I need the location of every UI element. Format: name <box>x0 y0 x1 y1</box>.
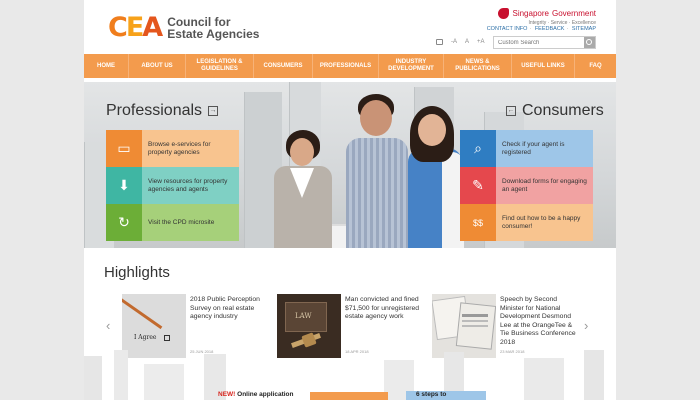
highlight-title-3[interactable]: Speech by Second Minister for National D… <box>500 296 580 347</box>
carousel-next-icon[interactable]: › <box>584 318 588 333</box>
nav-about-us[interactable]: ABOUT US <box>129 54 186 78</box>
refresh-icon: ↻ <box>106 204 142 241</box>
arrow-left-icon: ← <box>506 106 516 116</box>
highlight-thumb-2-text: LAW <box>295 312 312 320</box>
tile-happy-consumer[interactable]: $$ Find out how to be a happy consumer! <box>460 204 593 241</box>
gov-name-pre: Singapore <box>512 9 549 18</box>
cea-logo-text: Council for Estate Agencies <box>167 16 259 40</box>
nav-faq[interactable]: FAQ <box>575 54 616 78</box>
form-icon: ✎ <box>460 167 496 204</box>
search-box <box>493 36 596 49</box>
nav-industry-development[interactable]: INDUSTRY DEVELOPMENT <box>379 54 444 78</box>
feedback-link[interactable]: FEEDBACK <box>535 26 565 32</box>
highlight-title-2[interactable]: Man convicted and fined $71,500 for unre… <box>345 296 425 322</box>
page-tools: -A A +A <box>436 39 485 45</box>
arrow-right-icon: → <box>208 106 219 116</box>
text-normal-button[interactable]: A <box>465 39 469 45</box>
six-steps-label: 6 steps to <box>416 391 447 398</box>
professionals-heading[interactable]: Professionals → <box>106 102 219 120</box>
tile-cpd-microsite[interactable]: ↻ Visit the CPD microsite <box>106 204 239 241</box>
logo-line-2: Estate Agencies <box>167 27 260 41</box>
text-larger-button[interactable]: +A <box>477 39 485 45</box>
tile-browse-eservices-label: Browse e-services for property agencies <box>148 140 211 156</box>
print-icon[interactable] <box>436 39 443 45</box>
tile-check-agent[interactable]: ⌕ Check if your agent is registered <box>460 130 593 167</box>
highlights-title: Highlights <box>104 264 170 281</box>
online-application-label: Online application <box>237 391 294 398</box>
main-nav: HOME ABOUT US LEGISLATION & GUIDELINES C… <box>84 54 616 78</box>
hero-banner: Professionals → ▭ Browse e-services for … <box>84 82 616 248</box>
cea-logo-mark: CEA <box>108 12 163 43</box>
text-smaller-button[interactable]: -A <box>451 39 457 45</box>
nav-professionals[interactable]: PROFESSIONALS <box>313 54 379 78</box>
nav-legislation[interactable]: LEGISLATION & GUIDELINES <box>186 54 254 78</box>
professionals-title: Professionals <box>106 102 203 119</box>
cea-logo[interactable]: CEA Council for Estate Agencies <box>108 14 259 42</box>
tile-happy-consumer-label: Find out how to be a happy consumer! <box>502 214 581 230</box>
highlight-thumb-1: I Agree <box>122 294 186 358</box>
new-label: NEW! <box>218 391 236 398</box>
singapore-government-logo[interactable]: Singapore Government Integrity · Service… <box>498 8 596 26</box>
highlight-thumb-3 <box>432 294 496 358</box>
laptop-icon: ▭ <box>106 130 142 167</box>
search-input[interactable] <box>494 37 585 48</box>
nav-consumers[interactable]: CONSUMERS <box>254 54 313 78</box>
carousel-prev-icon[interactable]: ‹ <box>106 318 110 333</box>
online-application-banner[interactable]: NEW! Online application <box>218 391 298 400</box>
gov-name-post: Government <box>551 9 596 18</box>
highlight-thumb-2: LAW <box>277 294 341 358</box>
tile-view-resources[interactable]: ⬇ View resources for property agencies a… <box>106 167 239 204</box>
tile-download-forms-label: Download forms for engaging an agent <box>502 177 587 193</box>
nav-home[interactable]: HOME <box>84 54 129 78</box>
promo-banner-orange[interactable] <box>310 392 388 400</box>
tile-view-resources-label: View resources for property agencies and… <box>148 177 228 193</box>
contact-info-link[interactable]: CONTACT INFO <box>487 26 528 32</box>
highlight-title-1[interactable]: 2018 Public Perception Survey on real es… <box>190 296 270 322</box>
page: CEA Council for Estate Agencies Singapor… <box>84 0 616 400</box>
download-icon: ⬇ <box>106 167 142 204</box>
tile-cpd-microsite-label: Visit the CPD microsite <box>148 218 215 226</box>
utility-links: CONTACT INFO · FEEDBACK · SITEMAP <box>486 26 596 32</box>
lion-head-icon <box>498 8 510 19</box>
six-steps-banner[interactable]: 6 steps to <box>406 391 486 400</box>
handshake-icon: $$ <box>460 204 496 241</box>
consumers-heading[interactable]: ← Consumers <box>506 102 604 120</box>
tile-check-agent-label: Check if your agent is registered <box>502 140 565 156</box>
sitemap-link[interactable]: SITEMAP <box>572 26 596 32</box>
nav-news-publications[interactable]: NEWS & PUBLICATIONS <box>444 54 512 78</box>
highlight-thumb-1-text: I Agree <box>134 334 157 341</box>
consumers-title: Consumers <box>522 102 604 119</box>
magnifier-icon: ⌕ <box>460 130 496 167</box>
nav-useful-links[interactable]: USEFUL LINKS <box>512 54 575 78</box>
tile-browse-eservices[interactable]: ▭ Browse e-services for property agencie… <box>106 130 239 167</box>
search-icon[interactable] <box>584 37 595 48</box>
tile-download-forms[interactable]: ✎ Download forms for engaging an agent <box>460 167 593 204</box>
